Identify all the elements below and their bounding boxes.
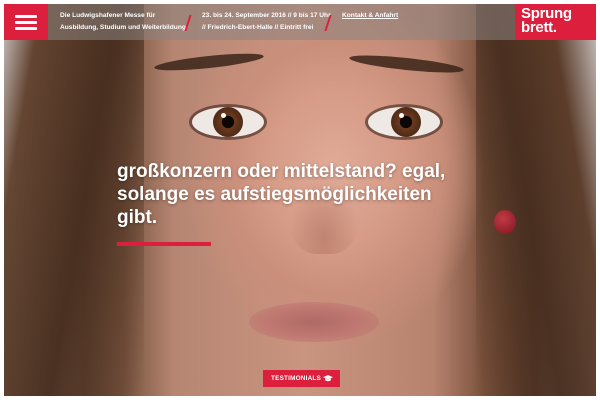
testimonials-label: TESTIMONIALS bbox=[271, 375, 321, 382]
eye-right bbox=[368, 107, 440, 137]
hamburger-icon-line bbox=[15, 27, 37, 30]
event-location: // Friedrich-Ebert-Halle // Eintritt fre… bbox=[202, 24, 314, 31]
tagline-line1: Die Ludwigshafener Messe für bbox=[60, 12, 156, 19]
menu-button[interactable] bbox=[4, 4, 48, 40]
graduation-cap-icon bbox=[323, 375, 333, 382]
tagline-line2: Ausbildung, Studium und Weiterbildung bbox=[60, 24, 186, 31]
hamburger-icon-line bbox=[15, 21, 37, 24]
eyebrow-left bbox=[153, 50, 265, 74]
event-date: 23. bis 24. September 2016 // 9 bis 17 U… bbox=[202, 12, 331, 19]
lips bbox=[249, 302, 379, 342]
eye-left bbox=[192, 107, 264, 137]
earring bbox=[494, 210, 516, 234]
logo-line2: brett. bbox=[521, 19, 557, 36]
sprungbrett-logo[interactable]: Sprung brett. bbox=[515, 4, 596, 40]
hero-background-photo: Die Ludwigshafener Messe für Ausbildung,… bbox=[4, 4, 596, 396]
contact-link[interactable]: Kontakt & Anfahrt bbox=[342, 10, 398, 21]
top-info-bar: Die Ludwigshafener Messe für Ausbildung,… bbox=[4, 4, 596, 40]
hair-right bbox=[476, 4, 596, 396]
testimonials-button[interactable]: TESTIMONIALS bbox=[263, 370, 340, 387]
hamburger-icon-line bbox=[15, 15, 37, 18]
headline-accent-bar bbox=[117, 242, 211, 246]
eyebrow-right bbox=[348, 52, 465, 76]
hero-headline: großkonzern oder mittelstand? egal, sola… bbox=[117, 161, 446, 228]
